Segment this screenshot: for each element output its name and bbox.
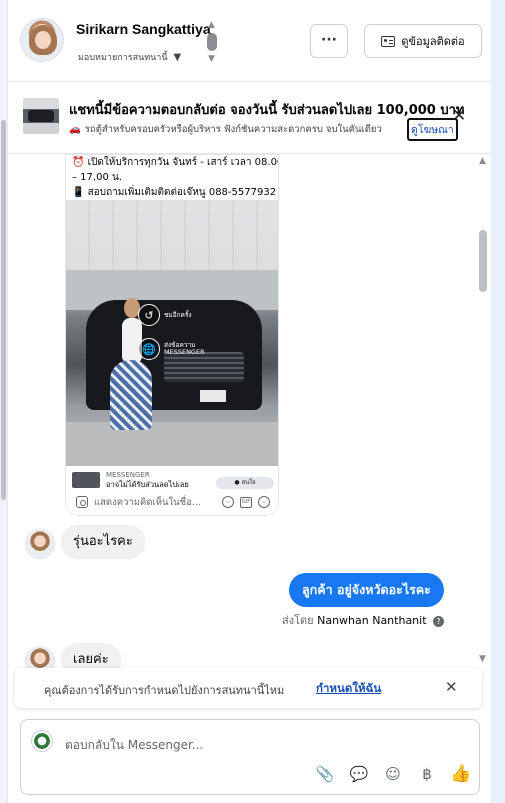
left-scrollbar[interactable] xyxy=(0,0,8,803)
outgoing-message[interactable]: ลูกค้า อยู่จังหวัดอะไรคะ xyxy=(289,573,444,607)
scroll-down-arrow-icon[interactable]: ▼ xyxy=(208,54,215,64)
close-icon[interactable]: ✕ xyxy=(452,106,466,126)
ad-banner: แชทนี้มีข้อความตอบกลับต่อ จองวันนี้ รับส… xyxy=(8,82,491,154)
conversation-panel: Sirikarn Sangkattiya มอบหมายการสนทนานี้ ▼… xyxy=(8,0,491,803)
paperclip-icon[interactable]: 📎 xyxy=(315,764,335,784)
globe-icon: 🌐 xyxy=(138,338,160,360)
car-emoji-icon: 🚗 xyxy=(69,124,81,135)
assign-to-me-link[interactable]: กำหนดให้ฉัน xyxy=(316,680,381,698)
ad-thumbnail[interactable] xyxy=(23,98,59,134)
replay-label: ชมอีกครั้ง xyxy=(164,310,192,319)
assign-dropdown[interactable]: มอบหมายการสนทนานี้ ▼ xyxy=(78,50,181,64)
sent-by-name: Nanwhan Nanthanit xyxy=(317,614,427,627)
story-footer-thumbnail xyxy=(72,472,100,488)
gif-icon[interactable]: GIF xyxy=(240,496,252,508)
view-contact-label: ดูข้อมูลติดต่อ xyxy=(401,35,465,48)
story-caption: ⏰ เปิดให้บริการทุกวัน จันทร์ - เสาร์ เวล… xyxy=(72,155,278,200)
assign-prompt: คุณต้องการได้รับการกำหนดไปยังการสนทนานี้… xyxy=(15,668,482,708)
contact-name[interactable]: Sirikarn Sangkattiya xyxy=(76,21,211,37)
composer-toolbar: 📎 💬 ☺ ฿ 👍 xyxy=(315,764,472,784)
message-composer[interactable]: ตอบกลับใน Messenger... 📎 💬 ☺ ฿ 👍 xyxy=(20,719,480,795)
replay-button[interactable]: ↺ ชมอีกครั้ง xyxy=(138,304,192,326)
story-footer-chip[interactable]: ● สนใจ xyxy=(216,477,274,489)
conversation-header: Sirikarn Sangkattiya มอบหมายการสนทนานี้ ▼… xyxy=(8,0,491,82)
send-message-button[interactable]: 🌐 ส่งข้อความ MESSENGER xyxy=(138,338,205,360)
scroll-down-arrow-icon[interactable]: ▼ xyxy=(479,654,486,664)
story-caption-line: – 17.00 น. xyxy=(72,172,122,183)
sticker-icon[interactable]: ◡ xyxy=(258,496,270,508)
emoji-icon[interactable]: ◡ xyxy=(222,496,234,508)
contact-avatar[interactable] xyxy=(20,18,64,62)
view-contact-button[interactable]: ดูข้อมูลติดต่อ xyxy=(364,24,482,58)
message-scrollbar[interactable]: ▲ ▼ xyxy=(476,156,490,668)
scroll-up-arrow-icon[interactable]: ▲ xyxy=(208,20,215,30)
currency-icon[interactable]: ฿ xyxy=(417,764,437,784)
saved-reply-icon[interactable]: 💬 xyxy=(349,764,369,784)
composer-placeholder[interactable]: ตอบกลับใน Messenger... xyxy=(65,736,203,755)
ad-title: แชทนี้มีข้อความตอบกลับต่อ จองวันนี้ รับส… xyxy=(69,103,465,118)
replay-icon: ↺ xyxy=(138,304,160,326)
more-options-button[interactable]: ··· xyxy=(310,24,348,58)
ad-subtitle: 🚗 รถตู้สำหรับครอบครัวหรือผู้บริหาร ฟังก์ช… xyxy=(69,122,405,137)
left-scrollbar-thumb[interactable] xyxy=(1,120,6,500)
assign-label: มอบหมายการสนทนานี้ xyxy=(78,53,168,63)
ad-subtitle-text: รถตู้สำหรับครอบครัวหรือผู้บริหาร ฟังก์ชั… xyxy=(84,124,382,135)
story-reply-field[interactable]: แสดงความคิดเห็นในชื่อ... ◡ GIF ◡ xyxy=(70,490,276,514)
send-message-label: ส่งข้อความ MESSENGER xyxy=(164,341,205,356)
sender-avatar[interactable] xyxy=(25,529,55,559)
emoji-icon[interactable]: ☺ xyxy=(383,764,403,784)
sent-by-info: ส่งโดย Nanwhan Nanthanit ? xyxy=(282,611,445,629)
thumbs-up-icon[interactable]: 👍 xyxy=(450,764,471,784)
story-footer: MESSENGER อาจไม่ได้รับส่วนลดไปเลย ● สนใจ… xyxy=(66,466,278,515)
story-footer-label: MESSENGER xyxy=(106,471,150,479)
view-ad-link[interactable]: ดูโฆษณา xyxy=(407,118,458,141)
contact-card-icon xyxy=(381,35,396,47)
close-icon[interactable]: ✕ xyxy=(445,678,458,696)
right-edge xyxy=(491,0,505,803)
assign-prompt-text: คุณต้องการได้รับการกำหนดไปยังการสนทนานี้… xyxy=(44,684,285,697)
page-avatar xyxy=(31,730,53,752)
camera-icon[interactable] xyxy=(76,496,88,508)
chevron-down-icon: ▼ xyxy=(173,52,182,63)
message-scroll-thumb[interactable] xyxy=(479,230,487,292)
story-reply-card[interactable]: ⏰ เปิดให้บริการทุกวัน จันทร์ - เสาร์ เวล… xyxy=(65,154,279,516)
story-footer-text: อาจไม่ได้รับส่วนลดไปเลย xyxy=(106,480,189,488)
scroll-thumb[interactable] xyxy=(207,33,217,51)
header-scroll-stepper[interactable]: ▲ ▼ xyxy=(206,20,220,64)
incoming-message[interactable]: รุ่นอะไรคะ xyxy=(61,525,145,559)
story-caption-line: 📱 สอบถามเพิ่มเติมติดต่อเจ๊หนู 088-557793… xyxy=(72,187,277,198)
scroll-up-arrow-icon[interactable]: ▲ xyxy=(479,156,486,166)
sent-by-prefix: ส่งโดย xyxy=(282,614,314,627)
story-reply-placeholder: แสดงความคิดเห็นในชื่อ... xyxy=(94,496,201,508)
help-icon[interactable]: ? xyxy=(433,616,445,627)
story-caption-line: ⏰ เปิดให้บริการทุกวัน จันทร์ - เสาร์ เวล… xyxy=(72,157,279,168)
story-image[interactable]: ↺ ชมอีกครั้ง 🌐 ส่งข้อความ MESSENGER xyxy=(66,200,278,466)
